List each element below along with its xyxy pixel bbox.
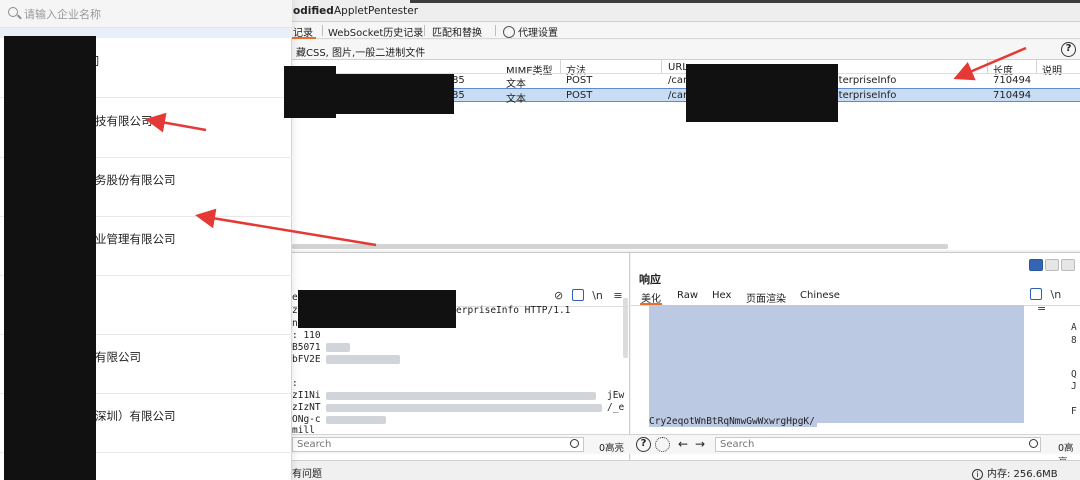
- subtab-websocket-history[interactable]: WebSocket历史记录: [328, 24, 423, 39]
- subtab-separator: [495, 25, 496, 36]
- subtab-proxy-settings[interactable]: 代理设置: [503, 24, 558, 39]
- newline-icon[interactable]: \n: [1051, 288, 1062, 301]
- request-toolbar: ⊘ \n ≡: [554, 289, 623, 302]
- tab-applet-pentester[interactable]: AppletPentester: [334, 5, 418, 17]
- memory-status: i 内存: 256.6MB: [972, 465, 1058, 480]
- blurred-text: [326, 343, 350, 352]
- blurred-text: [326, 404, 602, 412]
- response-search-input[interactable]: [715, 437, 1041, 452]
- horizontal-layout-icon[interactable]: [1045, 259, 1059, 271]
- search-icon[interactable]: [1029, 439, 1038, 448]
- arrow-left-icon[interactable]: ←: [676, 437, 690, 452]
- enterprise-search-placeholder: 请输入企业名称: [24, 8, 101, 21]
- row-url-start: /car: [668, 90, 688, 101]
- response-title: 响应: [639, 273, 661, 286]
- request-fragment: /_e: [607, 402, 625, 413]
- title-bar-strip: [410, 0, 1080, 3]
- layout-toggle: [1029, 259, 1077, 271]
- single-layout-icon[interactable]: [1061, 259, 1075, 271]
- redaction-block: [284, 66, 336, 118]
- request-line: :: [292, 378, 298, 389]
- blurred-text: [326, 355, 400, 364]
- request-fragment: jEw: [607, 390, 625, 401]
- col-divider: [987, 60, 988, 73]
- enterprise-search-box[interactable]: 请输入企业名称: [0, 0, 292, 28]
- enterprise-name: 深圳）有限公司: [95, 409, 176, 423]
- tab-hex[interactable]: Hex: [712, 290, 731, 301]
- menu-icon[interactable]: ≡: [1037, 301, 1046, 314]
- request-panel: ⊘ \n ≡ e: z: erpriseInfo HTTP/1.1 ni : 1…: [292, 253, 630, 460]
- split-layout-icon[interactable]: [1029, 259, 1043, 271]
- request-search-input[interactable]: [292, 437, 584, 452]
- blurred-text: [326, 392, 596, 400]
- issues-status: 有问题: [292, 469, 322, 480]
- row-mime: 文本: [506, 94, 526, 105]
- request-line: bFV2E: [292, 354, 321, 365]
- help-icon[interactable]: ?: [636, 437, 651, 452]
- response-char: J: [1071, 381, 1077, 392]
- tab-modified[interactable]: odified: [293, 5, 334, 17]
- col-url[interactable]: URL: [668, 62, 688, 73]
- tab-render[interactable]: 页面渲染: [746, 290, 786, 305]
- response-char: F: [1071, 406, 1077, 417]
- row-length: 710494: [993, 90, 1032, 101]
- request-line: zIzNT: [292, 402, 321, 413]
- memory-label: 内存: 256.6MB: [987, 469, 1058, 480]
- wrap-icon[interactable]: [1030, 288, 1042, 300]
- request-search-hits: 0高亮: [599, 443, 625, 454]
- search-icon[interactable]: [570, 439, 579, 448]
- wrap-icon[interactable]: [571, 289, 584, 301]
- redaction-block: [336, 74, 454, 114]
- response-char: 8: [1071, 335, 1077, 346]
- subtab-match-replace[interactable]: 匹配和替换: [432, 24, 482, 39]
- enterprise-name: 务股份有限公司: [95, 173, 176, 187]
- redaction-block: [686, 64, 838, 122]
- request-search-bar: 0高亮: [292, 434, 631, 454]
- request-line: ONg-c: [292, 414, 321, 425]
- arrow-right-icon[interactable]: →: [693, 437, 707, 452]
- proxy-settings-label: 代理设置: [518, 28, 558, 39]
- response-search-bar: ? ← → 0高亮: [631, 434, 1080, 468]
- request-vertical-scrollbar[interactable]: [623, 298, 628, 358]
- enterprise-name: 业管理有限公司: [95, 232, 176, 246]
- request-line: B5071: [292, 342, 321, 353]
- response-panel: 响应 美化 Raw Hex 页面渲染 Chinese \n ≡ Cry2eqot…: [631, 253, 1080, 460]
- hide-icon[interactable]: ⊘: [554, 289, 563, 302]
- tab-chinese[interactable]: Chinese: [800, 290, 840, 301]
- col-divider: [661, 60, 662, 73]
- request-line: : 110: [292, 330, 321, 341]
- settings-gear-icon[interactable]: [655, 437, 670, 452]
- menu-icon[interactable]: ≡: [613, 289, 622, 302]
- subtab-separator: [322, 25, 323, 36]
- response-toolbar: \n ≡: [1030, 288, 1080, 314]
- enterprise-name: 有限公司: [95, 350, 141, 364]
- response-body-line: Cry2eqotWnBtRqNmwGwWxwrgHpgK/: [649, 416, 817, 427]
- gear-icon: [503, 26, 515, 38]
- row-method: POST: [566, 90, 593, 101]
- redaction-block: [298, 290, 456, 328]
- redaction-block: [4, 36, 96, 480]
- filter-summary: 藏CSS, 图片,一般二进制文件: [296, 48, 426, 59]
- col-divider: [560, 60, 561, 73]
- info-icon: i: [972, 469, 983, 480]
- response-selected-body[interactable]: [649, 305, 1024, 423]
- help-icon[interactable]: ?: [1061, 42, 1076, 57]
- request-line: zI1Ni: [292, 390, 321, 401]
- response-char: Q: [1071, 369, 1077, 380]
- tab-raw[interactable]: Raw: [677, 290, 698, 301]
- request-line-tail: erpriseInfo HTTP/1.1: [456, 305, 571, 316]
- subtab-separator: [424, 25, 425, 36]
- newline-icon[interactable]: \n: [592, 289, 603, 302]
- active-subtab-underline: [292, 37, 316, 39]
- enterprise-name: 技有限公司: [95, 114, 153, 128]
- col-divider: [1036, 60, 1037, 73]
- response-char: A: [1071, 322, 1077, 333]
- row-method: POST: [566, 75, 593, 86]
- row-url-start: /car: [668, 75, 688, 86]
- row-length: 710494: [993, 75, 1032, 86]
- table-horizontal-scrollbar[interactable]: [292, 244, 948, 249]
- blurred-text: [326, 416, 386, 424]
- search-icon-handle: [17, 14, 22, 20]
